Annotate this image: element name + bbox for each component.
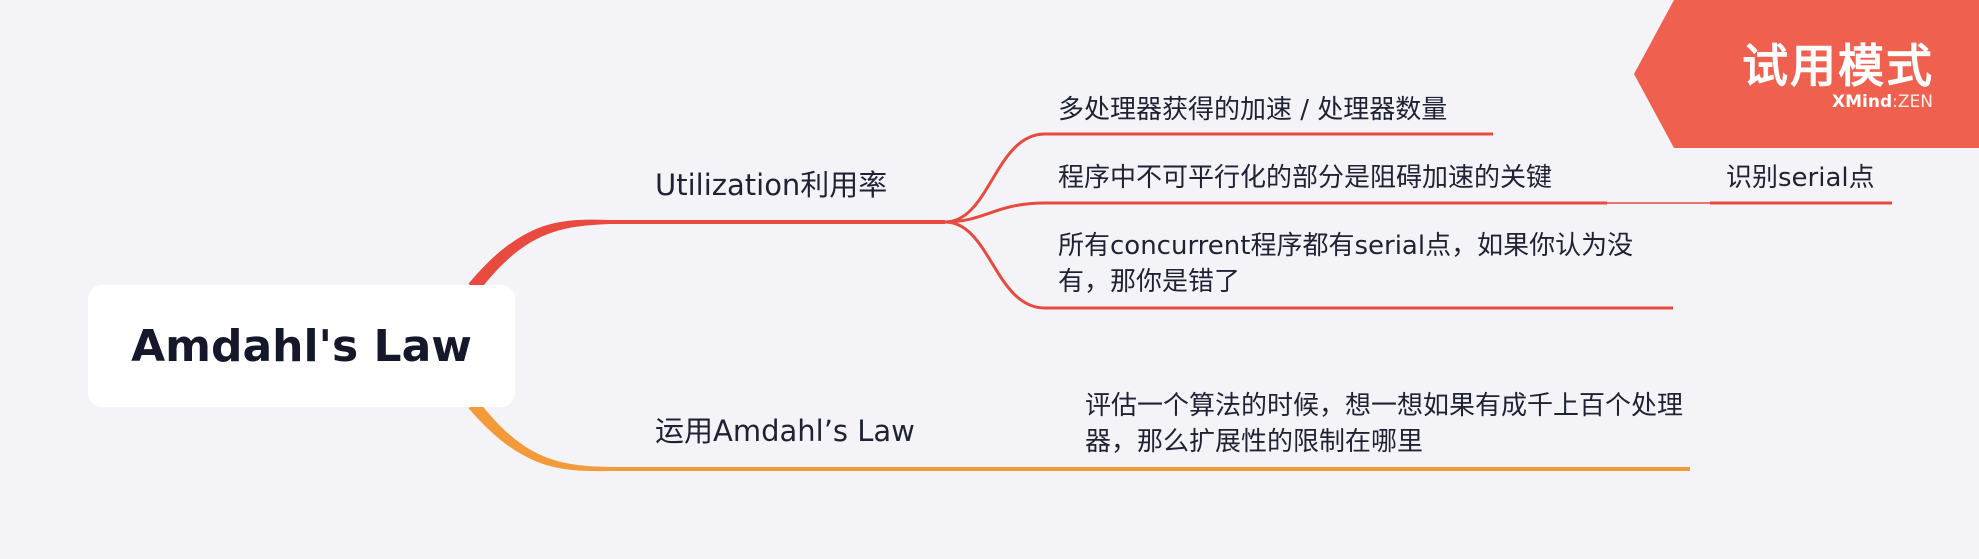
leaf-serial-key-label: 程序中不可平行化的部分是阻碍加速的关键 xyxy=(1058,163,1553,193)
topic-applying-amdahl-label: 运用Amdahl’s Law xyxy=(655,414,915,448)
leaf-concurrent-serial-label: 所有concurrent程序都有serial点，如果你认为没有，那你是错了 xyxy=(1058,231,1634,297)
leaf-evaluate-scalability-label: 评估一个算法的时候，想一想如果有成千上百个处理器，那么扩展性的限制在哪里 xyxy=(1085,391,1684,457)
subleaf-identify-serial-label: 识别serial点 xyxy=(1726,163,1875,193)
trial-mode-watermark: 试用模式 XMind:ZEN xyxy=(1634,0,1979,148)
topic-applying-amdahl[interactable]: 运用Amdahl’s Law xyxy=(655,408,915,450)
leaf-speedup-ratio-label: 多处理器获得的加速 / 处理器数量 xyxy=(1058,95,1448,125)
subleaf-identify-serial[interactable]: 识别serial点 xyxy=(1726,160,1875,196)
watermark-brand: XMind xyxy=(1832,92,1893,112)
root-topic-label: Amdahl's Law xyxy=(131,320,472,372)
topic-utilization[interactable]: Utilization利用率 xyxy=(655,162,887,204)
topic-utilization-label: Utilization利用率 xyxy=(655,168,888,202)
watermark-edition: ZEN xyxy=(1897,92,1933,112)
leaf-speedup-ratio[interactable]: 多处理器获得的加速 / 处理器数量 xyxy=(1058,92,1447,128)
leaf-concurrent-serial[interactable]: 所有concurrent程序都有serial点，如果你认为没有，那你是错了 xyxy=(1058,228,1668,300)
watermark-brand-logo: XMind:ZEN xyxy=(1832,92,1933,112)
connector-root-to-amdahl-wedge xyxy=(470,403,610,472)
root-topic[interactable]: Amdahl's Law xyxy=(88,285,515,407)
connector-to-leaf-serial-key xyxy=(944,201,1607,224)
leaf-evaluate-scalability[interactable]: 评估一个算法的时候，想一想如果有成千上百个处理器，那么扩展性的限制在哪里 xyxy=(1085,388,1685,460)
leaf-serial-key[interactable]: 程序中不可平行化的部分是阻碍加速的关键 xyxy=(1058,160,1552,196)
watermark-title: 试用模式 xyxy=(1742,39,1934,93)
connector-root-to-utilization-wedge xyxy=(470,219,610,290)
